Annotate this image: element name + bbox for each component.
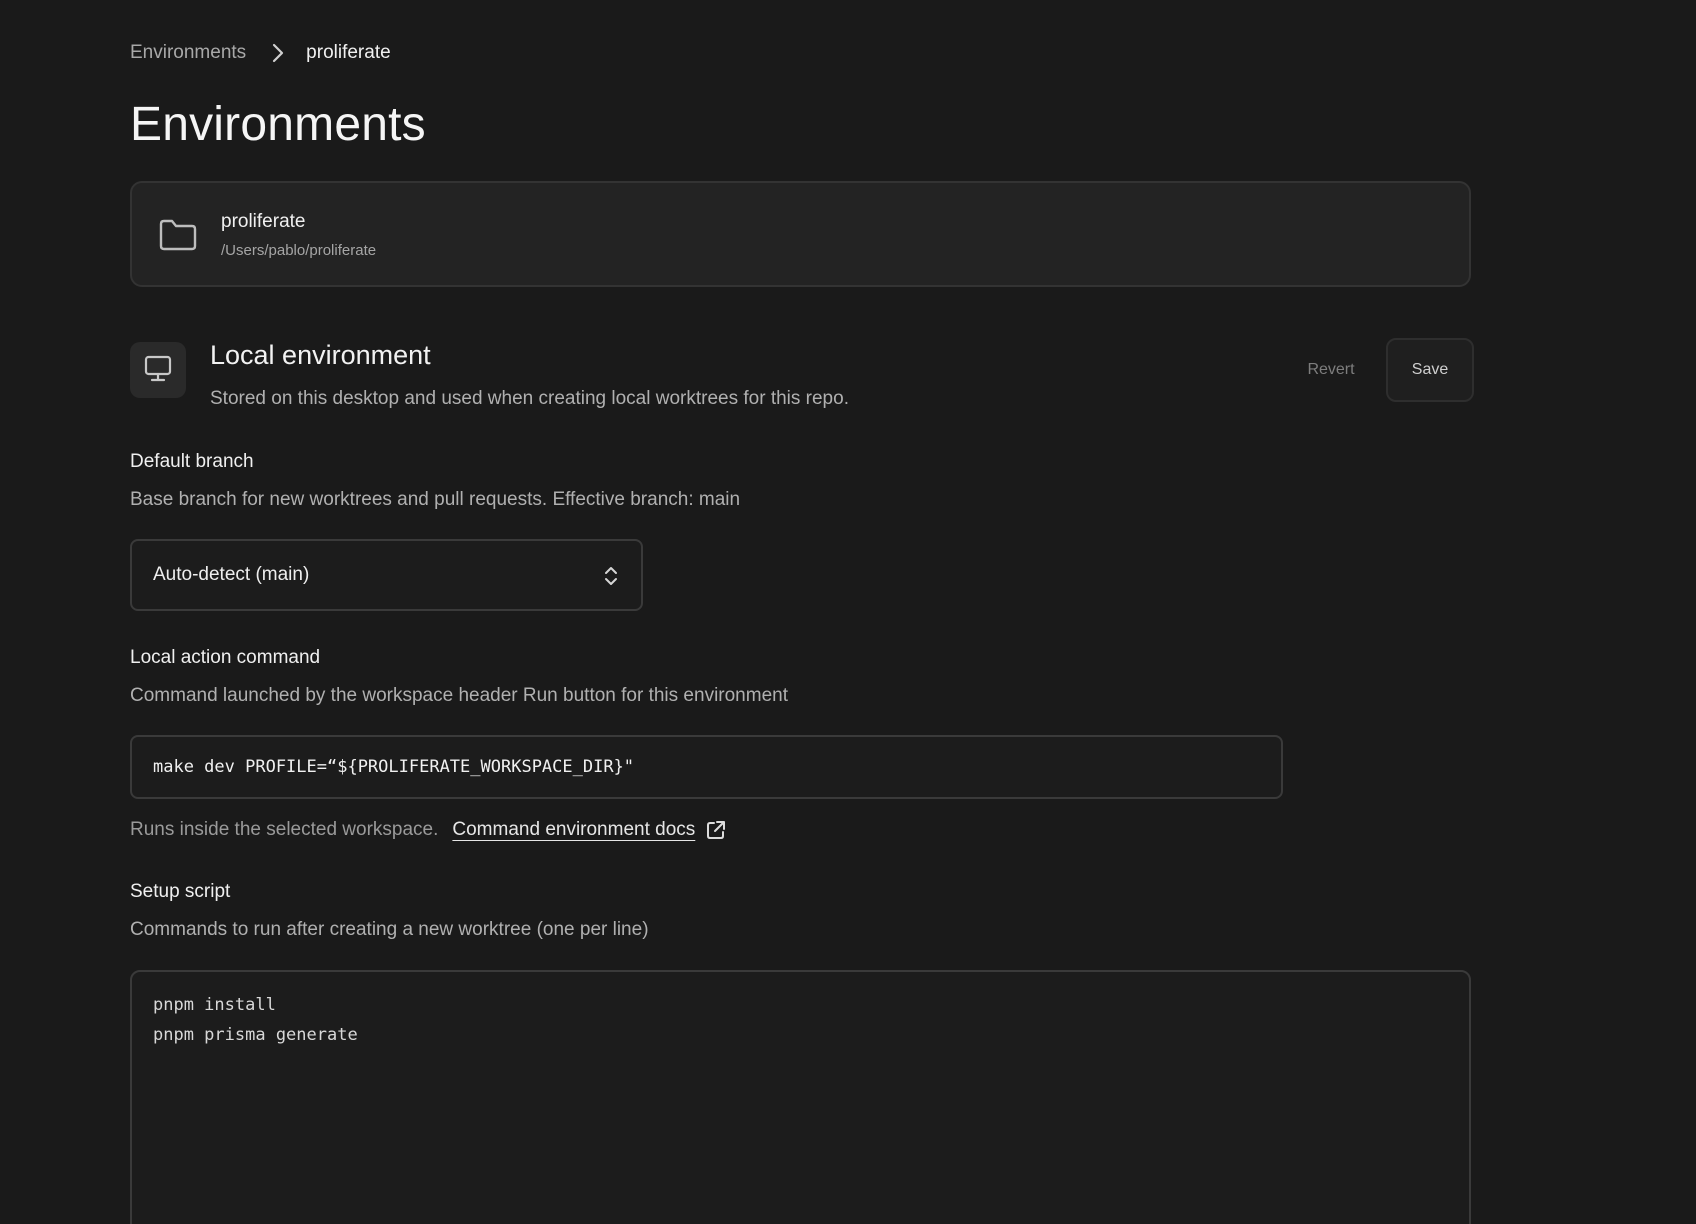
default-branch-description: Base branch for new worktrees and pull r… (130, 489, 741, 510)
chevron-right-icon (272, 43, 284, 63)
local-action-hint-row: Runs inside the selected workspace. Comm… (130, 819, 727, 841)
chevron-up-down-icon (603, 565, 619, 592)
local-action-command-input[interactable]: make dev PROFILE=“${PROLIFERATE_WORKSPAC… (130, 735, 1283, 799)
local-environment-icon-box (130, 342, 186, 398)
command-environment-docs-link[interactable]: Command environment docs (452, 819, 695, 841)
monitor-icon (143, 353, 173, 388)
local-action-command-label: Local action command (130, 647, 321, 668)
default-branch-selected-value: Auto-detect (main) (153, 564, 310, 585)
repo-path: /Users/pablo/proliferate (221, 242, 377, 259)
local-action-command-value: make dev PROFILE=“${PROLIFERATE_WORKSPAC… (153, 757, 635, 777)
default-branch-select[interactable]: Auto-detect (main) (130, 539, 643, 611)
setup-script-line: pnpm install (153, 995, 276, 1015)
breadcrumb-environments-link[interactable]: Environments (130, 42, 246, 64)
setup-script-line: pnpm prisma generate (153, 1025, 358, 1045)
save-button[interactable]: Save (1386, 338, 1474, 402)
local-action-command-description: Command launched by the workspace header… (130, 685, 788, 706)
breadcrumb: Environments proliferate (130, 40, 391, 66)
folder-icon (158, 218, 198, 257)
page-title: Environments (130, 98, 426, 151)
setup-script-label: Setup script (130, 881, 231, 902)
revert-button[interactable]: Revert (1290, 340, 1372, 400)
local-environment-title: Local environment (210, 340, 431, 370)
setup-script-textarea[interactable]: pnpm install pnpm prisma generate (130, 970, 1471, 1224)
setup-script-content: pnpm install pnpm prisma generate (153, 990, 358, 1050)
environments-page: Environments proliferate Environments pr… (0, 0, 1696, 1224)
repo-card: proliferate /Users/pablo/proliferate (130, 181, 1471, 287)
external-link-icon[interactable] (705, 819, 727, 841)
breadcrumb-current: proliferate (306, 42, 391, 63)
setup-script-description: Commands to run after creating a new wor… (130, 919, 649, 940)
default-branch-label: Default branch (130, 451, 254, 472)
local-action-hint: Runs inside the selected workspace. (130, 819, 439, 840)
repo-name: proliferate (221, 211, 306, 232)
local-environment-description: Stored on this desktop and used when cre… (210, 388, 849, 409)
